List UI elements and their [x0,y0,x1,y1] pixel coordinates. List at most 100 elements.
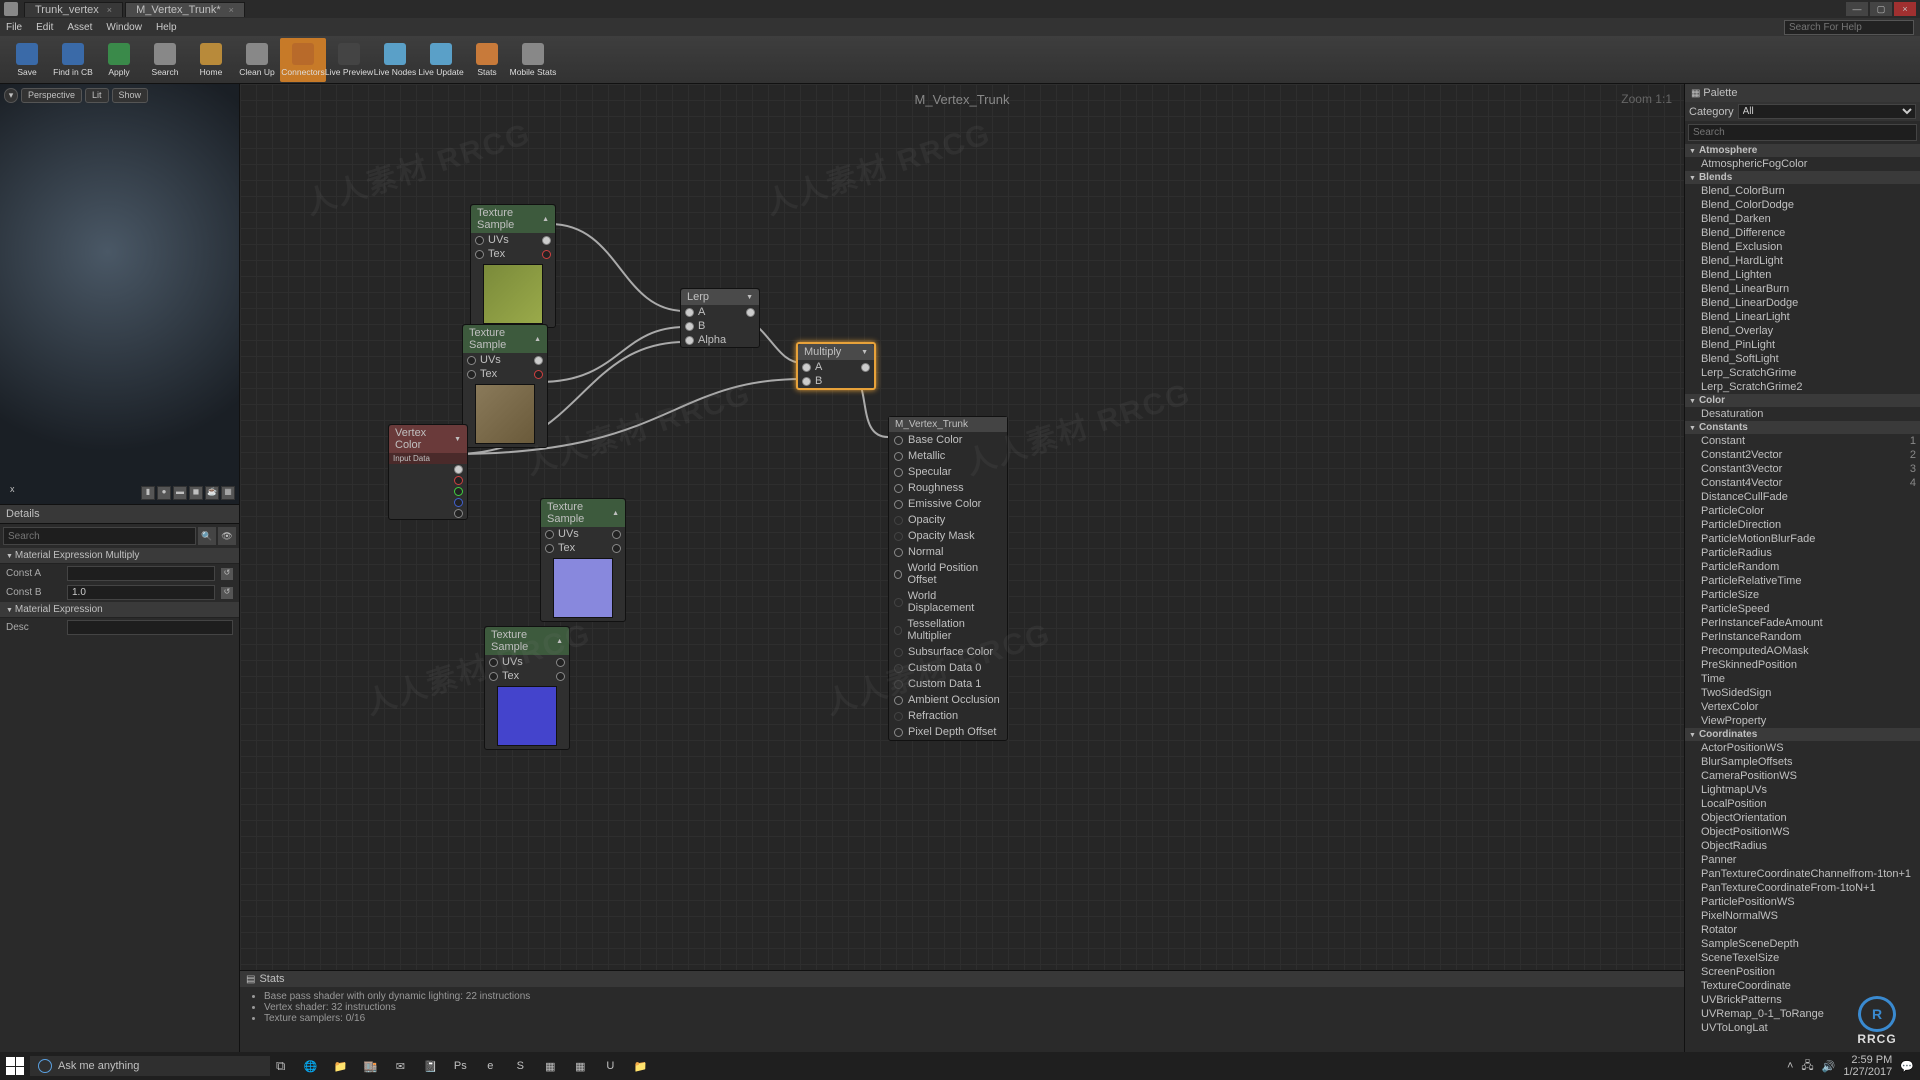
pin-in[interactable] [802,363,811,372]
preview-viewport[interactable]: ▾ Perspective Lit Show x ▮ ● ▬ ◼ ☕ ▦ [0,84,239,504]
pin-out[interactable] [746,308,755,317]
category-expression[interactable]: Material Expression [0,602,239,618]
palette-item[interactable]: SampleSceneDepth [1685,937,1920,951]
taskbar-app[interactable]: 📁 [327,1055,353,1077]
output-pin-emissive-color[interactable]: Emissive Color [889,496,1007,512]
palette-item[interactable]: Blend_Difference [1685,226,1920,240]
palette-item[interactable]: ObjectOrientation [1685,811,1920,825]
taskbar-app[interactable]: S [507,1055,533,1077]
tab-m-vertex-trunk[interactable]: M_Vertex_Trunk*× [125,2,245,17]
shape-cube-icon[interactable]: ◼ [189,486,203,500]
toolbar-connectors[interactable]: Connectors [280,38,326,82]
palette-list[interactable]: AtmosphereAtmosphericFogColorBlendsBlend… [1685,144,1920,1052]
palette-item[interactable]: PanTextureCoordinateChannelfrom-1ton+1 [1685,867,1920,881]
palette-item[interactable]: Rotator [1685,923,1920,937]
palette-item[interactable]: ParticlePositionWS [1685,895,1920,909]
palette-item[interactable]: Blend_Exclusion [1685,240,1920,254]
minimize-button[interactable]: — [1846,2,1868,16]
pin-in[interactable] [802,377,811,386]
task-view-icon[interactable]: ⧉ [276,1058,285,1074]
palette-item[interactable]: Lerp_ScratchGrime2 [1685,380,1920,394]
palette-item[interactable]: Constant2Vector2 [1685,448,1920,462]
toolbar-search[interactable]: Search [142,38,188,82]
palette-item[interactable]: Blend_SoftLight [1685,352,1920,366]
palette-item[interactable]: ParticleRandom [1685,560,1920,574]
palette-item[interactable]: Desaturation [1685,407,1920,421]
pin-in[interactable] [489,658,498,667]
collapse-icon[interactable]: ▼ [861,349,868,356]
taskbar-app[interactable]: 🌐 [297,1055,323,1077]
pin-in[interactable] [489,672,498,681]
palette-item[interactable]: Blend_LinearLight [1685,310,1920,324]
const-a-input[interactable] [67,566,215,581]
clock[interactable]: 2:59 PM 1/27/2017 [1843,1054,1892,1078]
palette-item[interactable]: BlurSampleOffsets [1685,755,1920,769]
category-multiply[interactable]: Material Expression Multiply [0,548,239,564]
pin-in[interactable] [467,356,476,365]
palette-item[interactable]: PixelNormalWS [1685,909,1920,923]
pin-out[interactable] [534,356,543,365]
palette-category[interactable]: Constants [1685,421,1920,434]
taskbar-app[interactable]: e [477,1055,503,1077]
shape-mesh-icon[interactable]: ▦ [221,486,235,500]
palette-item[interactable]: Constant3Vector3 [1685,462,1920,476]
cortana-search[interactable]: Ask me anything [30,1056,270,1076]
pin-out[interactable] [454,487,463,496]
palette-item[interactable]: DistanceCullFade [1685,490,1920,504]
palette-item[interactable]: Constant1 [1685,434,1920,448]
menu-help[interactable]: Help [156,22,177,33]
collapse-icon[interactable]: ▲ [612,510,619,517]
palette-item[interactable]: Blend_ColorDodge [1685,198,1920,212]
shape-plane-icon[interactable]: ▬ [173,486,187,500]
pin-out[interactable] [861,363,870,372]
close-icon[interactable]: × [107,5,112,15]
palette-item[interactable]: Blend_LinearBurn [1685,282,1920,296]
toolbar-live-nodes[interactable]: Live Nodes [372,38,418,82]
palette-item[interactable]: Blend_LinearDodge [1685,296,1920,310]
pin-in[interactable] [475,236,484,245]
collapse-icon[interactable]: ▲ [556,638,563,645]
palette-category[interactable]: Atmosphere [1685,144,1920,157]
menu-file[interactable]: File [6,22,22,33]
menu-asset[interactable]: Asset [67,22,92,33]
pin-out[interactable] [542,250,551,259]
output-pin-pixel-depth-offset[interactable]: Pixel Depth Offset [889,724,1007,740]
palette-item[interactable]: TextureCoordinate [1685,979,1920,993]
pin-in[interactable] [475,250,484,259]
pin-out[interactable] [454,476,463,485]
pin-out[interactable] [454,465,463,474]
palette-item[interactable]: Blend_ColorBurn [1685,184,1920,198]
palette-item[interactable]: CameraPositionWS [1685,769,1920,783]
palette-item[interactable]: ViewProperty [1685,714,1920,728]
pin-out[interactable] [612,544,621,553]
palette-item[interactable]: AtmosphericFogColor [1685,157,1920,171]
output-pin-world-position-offset[interactable]: World Position Offset [889,560,1007,588]
palette-search-input[interactable] [1688,124,1917,141]
desc-input[interactable] [67,620,233,635]
toolbar-clean-up[interactable]: Clean Up [234,38,280,82]
node-texture-sample-4[interactable]: Texture Sample▲ UVs Tex [484,626,570,750]
taskbar-app[interactable]: ▦ [537,1055,563,1077]
viewport-perspective[interactable]: Perspective [21,88,82,103]
taskbar-app[interactable]: ▦ [567,1055,593,1077]
palette-item[interactable]: Blend_PinLight [1685,338,1920,352]
node-multiply[interactable]: Multiply▼ A B [796,342,876,390]
palette-item[interactable]: ParticleDirection [1685,518,1920,532]
palette-item[interactable]: PreSkinnedPosition [1685,658,1920,672]
palette-item[interactable]: VertexColor [1685,700,1920,714]
palette-item[interactable]: ParticleRelativeTime [1685,574,1920,588]
toolbar-mobile-stats[interactable]: Mobile Stats [510,38,556,82]
details-search-input[interactable] [3,527,196,545]
toolbar-stats[interactable]: Stats [464,38,510,82]
palette-item[interactable]: ObjectPositionWS [1685,825,1920,839]
palette-item[interactable]: ObjectRadius [1685,839,1920,853]
toolbar-save[interactable]: Save [4,38,50,82]
menu-window[interactable]: Window [106,22,142,33]
pin-out[interactable] [612,530,621,539]
output-pin-metallic[interactable]: Metallic [889,448,1007,464]
node-texture-sample-3[interactable]: Texture Sample▲ UVs Tex [540,498,626,622]
viewport-show[interactable]: Show [112,88,149,103]
output-pin-specular[interactable]: Specular [889,464,1007,480]
palette-item[interactable]: Blend_HardLight [1685,254,1920,268]
collapse-icon[interactable]: ▼ [454,436,461,443]
